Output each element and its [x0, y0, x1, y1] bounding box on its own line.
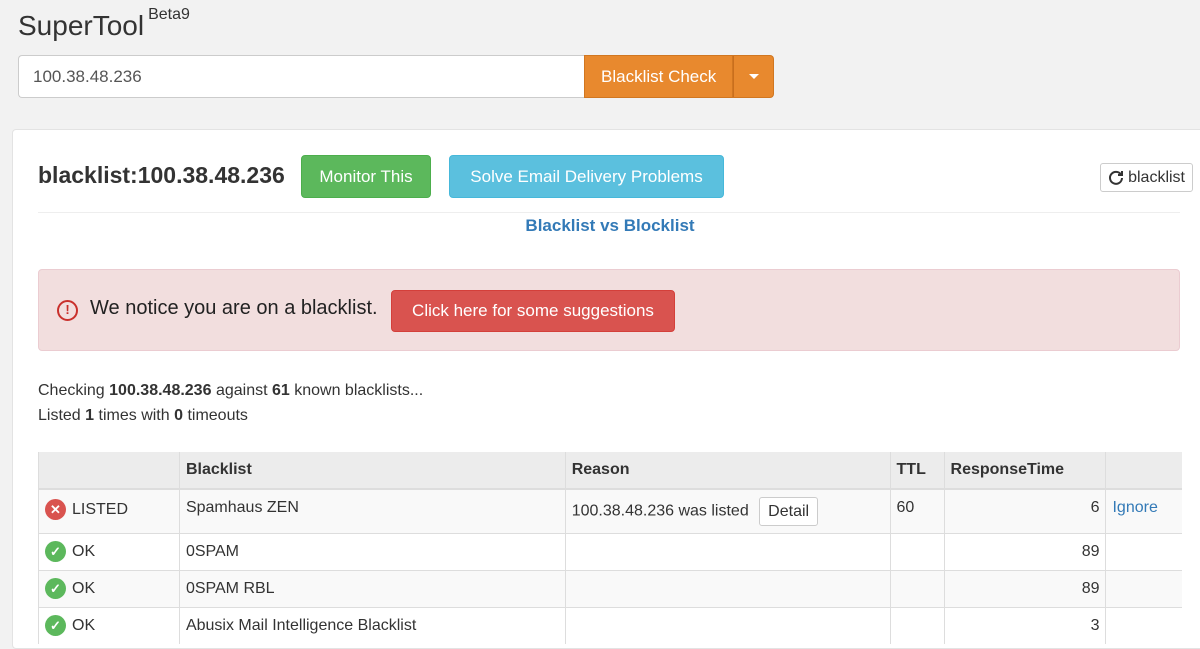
col-header-ttl[interactable]: TTL — [889, 452, 945, 490]
col-header-reason[interactable]: Reason — [564, 452, 891, 490]
exclamation-icon: ! — [57, 300, 78, 321]
ttl-cell: 60 — [889, 488, 945, 533]
reason-cell — [564, 569, 891, 607]
col-header-blacklist[interactable]: Blacklist — [178, 452, 566, 490]
reason-cell — [564, 532, 891, 570]
results-table: Blacklist Reason TTL ResponseTime ✕ LIST… — [38, 452, 1182, 644]
table-row: ✕ LISTED Spamhaus ZEN 100.38.48.236 was … — [38, 488, 1182, 533]
ttl-cell — [889, 569, 945, 607]
blacklist-alert: ! We notice you are on a blacklist. Clic… — [38, 269, 1180, 351]
blacklist-cell: Spamhaus ZEN — [178, 488, 566, 533]
blacklist-vs-blocklist-link[interactable]: Blacklist vs Blocklist — [13, 216, 1200, 236]
action-cell: Ignore — [1105, 488, 1182, 533]
status-text: OK — [72, 616, 96, 634]
divider — [38, 212, 1180, 213]
detail-button[interactable]: Detail — [759, 497, 819, 526]
action-cell — [1105, 532, 1182, 570]
blacklist-cell: Abusix Mail Intelligence Blacklist — [178, 606, 566, 644]
summary-line-checking: Checking 100.38.48.236 against 61 known … — [38, 382, 424, 399]
search-input[interactable] — [18, 55, 584, 98]
status-cell: ✕ LISTED — [38, 488, 180, 533]
refresh-label: blacklist — [1128, 168, 1185, 186]
summary-line-listed: Listed 1 times with 0 timeouts — [38, 407, 248, 424]
col-header-action — [1105, 452, 1182, 490]
table-header-row: Blacklist Reason TTL ResponseTime — [38, 452, 1182, 490]
status-text: LISTED — [72, 500, 129, 518]
col-header-status — [38, 452, 180, 490]
blacklist-cell: 0SPAM RBL — [178, 569, 566, 607]
blacklist-cell: 0SPAM — [178, 532, 566, 570]
lookup-dropdown-button[interactable] — [733, 55, 775, 98]
reason-text: 100.38.48.236 was listed — [571, 502, 749, 520]
table-row: ✓ OK 0SPAM RBL 89 — [38, 569, 1182, 607]
response-time-cell: 6 — [943, 488, 1106, 533]
blacklist-check-button[interactable]: Blacklist Check — [584, 55, 734, 98]
table-row: ✓ OK Abusix Mail Intelligence Blacklist … — [38, 606, 1182, 644]
status-text: OK — [72, 579, 96, 597]
status-cell: ✓ OK — [38, 569, 180, 607]
ttl-cell — [889, 606, 945, 644]
reason-cell — [564, 606, 891, 644]
page-title: blacklist:100.38.48.236 — [38, 162, 285, 188]
ttl-cell — [889, 532, 945, 570]
app-name: SuperTool — [18, 10, 145, 41]
reason-cell: 100.38.48.236 was listed Detail — [564, 488, 891, 533]
top-bar: SuperToolBeta9 Blacklist Check — [0, 0, 1200, 111]
action-cell — [1105, 569, 1182, 607]
version-badge: Beta9 — [148, 5, 190, 23]
search-row: Blacklist Check — [18, 55, 775, 98]
col-header-response-time[interactable]: ResponseTime — [943, 452, 1106, 490]
status-text: OK — [72, 542, 96, 560]
alert-text: We notice you are on a blacklist. — [90, 297, 378, 319]
check-icon: ✓ — [45, 578, 66, 599]
status-cell: ✓ OK — [38, 532, 180, 570]
status-cell: ✓ OK — [38, 606, 180, 644]
results-panel: blacklist:100.38.48.236 Monitor This Sol… — [12, 129, 1200, 649]
panel-header: blacklist:100.38.48.236 Monitor This Sol… — [38, 155, 1193, 200]
check-icon: ✓ — [45, 615, 66, 637]
solve-delivery-button[interactable]: Solve Email Delivery Problems — [449, 155, 724, 198]
monitor-button[interactable]: Monitor This — [301, 155, 431, 198]
ignore-link[interactable]: Ignore — [1112, 499, 1157, 516]
refresh-icon — [1109, 170, 1124, 185]
response-time-cell: 3 — [943, 606, 1106, 644]
refresh-button[interactable]: blacklist — [1100, 163, 1193, 192]
suggestions-button[interactable]: Click here for some suggestions — [391, 290, 675, 332]
table-row: ✓ OK 0SPAM 89 — [38, 532, 1182, 570]
action-cell — [1105, 606, 1182, 644]
response-time-cell: 89 — [943, 569, 1106, 607]
app-title: SuperTool Beta9 — [18, 6, 190, 42]
check-summary: Checking 100.38.48.236 against 61 known … — [38, 378, 423, 428]
response-time-cell: 89 — [943, 532, 1106, 570]
caret-down-icon — [748, 74, 759, 79]
check-icon: ✓ — [45, 541, 66, 562]
listed-x-icon: ✕ — [45, 499, 66, 520]
